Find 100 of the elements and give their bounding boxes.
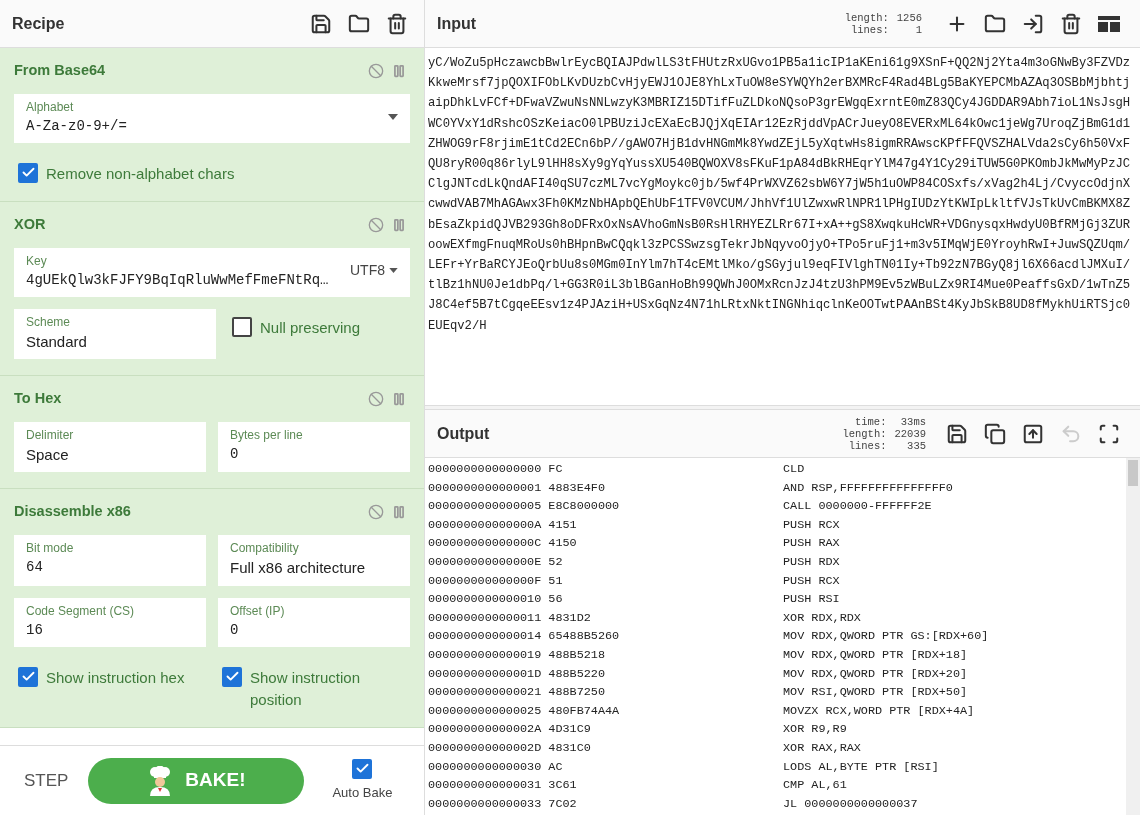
stat-label: lines: xyxy=(849,23,889,36)
dropdown-field[interactable]: Alphabet A-Za-z0-9+/= xyxy=(14,93,410,143)
output-line: 0000000000000000 FC xyxy=(428,461,564,478)
stat-label: length: xyxy=(844,11,889,24)
operation-title: Disassemble x86 xyxy=(14,502,132,522)
stat-label: length: xyxy=(842,427,887,440)
disable-icon[interactable] xyxy=(368,504,384,521)
field-label: Alphabet xyxy=(26,98,75,116)
checkbox[interactable] xyxy=(18,162,38,183)
caret-icon xyxy=(388,114,398,121)
auto-bake-label: Auto Bake xyxy=(332,783,393,802)
scrollbar[interactable] xyxy=(1126,458,1140,815)
input-text[interactable]: yC/WoZu5pHczawcbBwlrEycBQIAJPdwlLS3tFHUtzRxUGvo1PB5a1icIP1aKEni61g9XSnF+QQ2Nj2Yta4m3oGNwBy3FZVDzKkweMrsf7jpQOXIFObLKvDUzbCvHjyEWJ1OJE8YhLxTuOW8eSYWQYh2erBXMRcF4Rad4BLg5BaKYEPCMbAZAq3OSBbMjbhtjaipDhkLvFCf+DFwaVZwuNsNNLwzyK3MBRIZ15DTifFuZLDkoNQsoP3grEWgqExrntE0mZ83QCy4JGDDAR9Abh7ioL1NsJsgHWC0YVxY1dRshcOSzKeiacO0lPBUziJcEXaEcBJQjXqEIAr12EzRjddVpACrJueyO8EVERxML64kOwc1jeWg7UroqZjBmG1d1ZHWOG9rF8rjimE1tCd2ECn6bP//gAWO7HjB1dvHNGmMk8YwdZEjL5yXqtwHs8igmRRAwscKPfFFQVSZHALVda2sCy6h50VxFQU8ryR00q86rlyL9lHH8sXy9gYqYussXU540BQWOXV8sFKuF1pA84dBkRHEqrYlM47g4Y1Cy29iTUW5G0PKOmbJkMwMyPzJCClgJNTcdLkQndAFI40qSU7czML7vcYgMoykc0jb/5wf4PrWXVZ62sbW6Y7jW5h1uOWP84COSxfs/xVag2h4Lj/CvyccOdjnXcwwdVAB7MhAGAwx3Fh0KMzNbHApbQEhUbF1TFV0VCUM/JhhVf1UlZwxwRlNPR1lPHgIUDzYtKWIpLkltfVJsTkUvCmBKMX8ZbEsaZkpidQJVB293Gh8oDFRxOxNsAVhoGmNsB0RsHlRHYEZLRr67I+xA++gS8XwqkuHcWR+VDGnysqxHwdyU0BfRMjGj3ZURoowEXfmgFnuqMRoUs0hBHpnBwCQqkl3zPCSSwzsgTekrJbNqyvoOjyO+TPo5ruFj1+m3v5IMqWjE0YroyhRwI+JuwSQZUqm/LEFr+YrBaRCYJEoQrbUu8s0MGm0InYlm7hT4cEMtlMko/gSGyjul9eqFIVlghTN01Iy+Tb92zN7BGyQ8jl6X66acdlJMXuI/tlBz1hNU0Je1dbPq/l+GG3R0iL3blBGanHoBh99QWhJ0OMxRcnJzJ4tzU3hPM9Ev5zWBuLZx9RI4Mue0PeaffsGxD/1wTnZ5J8C4ef5B7tCgqeEEsv1z4PJAziH+USxGqNz4N71hLRtxNktINGNhiqclnKeOOTwtPAAnBSt4KyJbSkB8UD8fMykhUiRTSjc0EUEqv2/H xyxy=(428,53,1131,336)
output-line: MOV RDX,QWORD PTR [RDX+20] xyxy=(783,665,969,683)
disable-icon[interactable] xyxy=(368,216,384,233)
input-field[interactable]: Offset (IP) 0 xyxy=(218,597,410,647)
output-line: 000000000000001D 488B5220 xyxy=(428,665,606,683)
output-line: 0000000000000025 480FB74A4A xyxy=(428,702,621,720)
output-line: 0000000000000033 7C02 xyxy=(428,795,578,813)
input-field[interactable]: Compatibility Full x86 architecture xyxy=(218,535,410,586)
output-line: MOV RDX,QWORD PTR [RDX+18] xyxy=(783,646,969,664)
operation-title: To Hex xyxy=(14,389,63,408)
panel-title: Recipe xyxy=(12,13,66,34)
field-value: 64 xyxy=(26,558,44,577)
output-line: 000000000000000E 52 xyxy=(428,553,564,571)
pause-icon[interactable] xyxy=(392,504,406,521)
checkbox[interactable] xyxy=(18,666,38,687)
stat-label: lines: xyxy=(847,439,887,452)
stat-value: 1256 xyxy=(896,11,922,24)
output-line: 0000000000000031 3C61 xyxy=(428,777,578,795)
output-line: 000000000000000A 4151 xyxy=(428,516,578,534)
panel-title: Input xyxy=(437,13,478,34)
checkbox[interactable] xyxy=(232,316,252,337)
output-line: PUSH RSI xyxy=(783,591,841,609)
checkbox-label: Show instruction position xyxy=(250,667,362,710)
operation-title: XOR xyxy=(14,214,47,234)
checkbox[interactable] xyxy=(352,758,373,779)
field-value: 0 xyxy=(230,444,240,464)
field-label: Bytes per line xyxy=(230,426,304,444)
input-field[interactable]: Code Segment (CS) 16 xyxy=(14,597,206,647)
disable-icon[interactable] xyxy=(368,62,384,79)
key-field[interactable]: Key 4gUEkQlw3kFJFY9BqIqRluWwMefFmeFNtRq… UTF8 xyxy=(14,247,410,297)
field-value: Space xyxy=(26,444,70,465)
input-field[interactable]: Scheme Standard xyxy=(14,308,216,359)
output-line: PUSH RCX xyxy=(783,572,841,590)
field-value: Full x86 architecture xyxy=(230,558,367,578)
output-line: XOR RAX,RAX xyxy=(783,739,862,757)
check-icon xyxy=(224,669,240,684)
field-label: Delimiter xyxy=(26,426,75,444)
pause-icon[interactable] xyxy=(392,390,406,407)
field-value: 16 xyxy=(26,620,44,640)
output-line: XOR R9,R9 xyxy=(783,721,848,739)
output-line: 000000000000002A 4D31C9 xyxy=(428,721,592,739)
field-label: Scheme xyxy=(26,313,72,331)
field-label: Compatibility xyxy=(230,540,300,557)
output-line: 0000000000000030 AC xyxy=(428,758,564,776)
checkbox-label: Null preserving xyxy=(260,317,361,338)
output-line: PUSH RAX xyxy=(783,535,841,553)
stat-value: 33ms xyxy=(899,415,926,428)
step-button[interactable]: STEP xyxy=(24,767,69,794)
input-field[interactable]: Bit mode 64 xyxy=(14,535,206,586)
field-value: 4gUEkQlw3kFJFY9BqIqRluWwMefFmeFNtRq… xyxy=(26,270,330,290)
encoding-dropdown[interactable]: UTF8 xyxy=(350,251,398,281)
operation-title: From Base64 xyxy=(14,61,107,80)
stat-value: 1 xyxy=(914,23,922,36)
field-value: Standard xyxy=(26,331,88,352)
output-line: CMP AL,61 xyxy=(783,777,848,795)
check-icon xyxy=(20,669,36,684)
field-value: 0 xyxy=(230,620,240,640)
output-line: JL 0000000000000037 xyxy=(783,795,919,813)
disable-icon[interactable] xyxy=(368,390,384,407)
stat-value: 22039 xyxy=(894,427,926,440)
output-line: LODS AL,BYTE PTR [RSI] xyxy=(783,758,940,776)
output-line: CLD xyxy=(783,461,806,478)
output-line: PUSH RDX xyxy=(783,553,841,571)
output-line: CALL 0000000-FFFFFF2E xyxy=(783,498,933,516)
output-line: MOVZX RCX,WORD PTR [RDX+4A] xyxy=(783,702,976,720)
checkbox[interactable] xyxy=(222,666,242,687)
field-label: Bit mode xyxy=(26,540,75,557)
field-label: Offset (IP) xyxy=(230,602,286,620)
field-value: A-Za-z0-9+/= xyxy=(26,116,128,136)
input-field[interactable]: Delimiter Space xyxy=(14,421,206,473)
output-line: 0000000000000011 4831D2 xyxy=(428,609,592,627)
pause-icon[interactable] xyxy=(392,216,406,233)
output-line: 0000000000000010 56 xyxy=(428,591,564,609)
output-line: XOR RDX,RDX xyxy=(783,609,862,627)
output-line: MOV RSI,QWORD PTR [RDX+50] xyxy=(783,684,969,702)
output-line: PUSH RCX xyxy=(783,516,841,534)
stat-value: 335 xyxy=(906,439,926,452)
field-label: Code Segment (CS) xyxy=(26,602,136,620)
output-line: MOV RDX,QWORD PTR GS:[RDX+60] xyxy=(783,628,990,646)
output-line: 0000000000000001 4883E4F0 xyxy=(428,479,606,497)
output-line: 0000000000000021 488B7250 xyxy=(428,684,606,702)
output-line: 0000000000000019 488B5218 xyxy=(428,646,606,664)
pause-icon[interactable] xyxy=(392,62,406,79)
output-line: AND RSP,FFFFFFFFFFFFFFF0 xyxy=(783,479,954,497)
input-field[interactable]: Bytes per line 0 xyxy=(218,421,410,473)
checkbox-label: Show instruction hex xyxy=(46,667,185,688)
output-line: 0000000000000014 65488B5260 xyxy=(428,628,621,646)
field-label: Key xyxy=(26,252,48,270)
